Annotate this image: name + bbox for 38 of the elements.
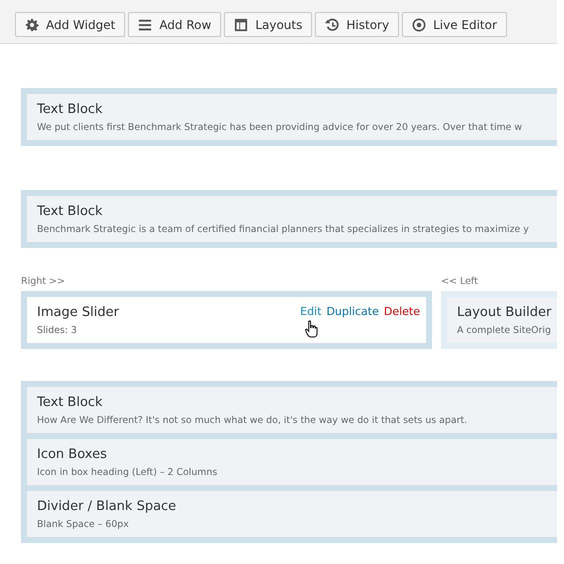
hand-cursor-icon bbox=[305, 320, 318, 339]
toolbar-button[interactable]: Live Editor bbox=[402, 12, 507, 37]
widget-title: Text Block bbox=[37, 204, 104, 219]
toolbar-button[interactable]: Layouts bbox=[224, 12, 312, 37]
widget-title: Divider / Blank Space bbox=[37, 499, 178, 514]
column-cell[interactable]: Image Slider Slides: 3 Edit Duplicate Delete bbox=[21, 291, 432, 349]
widget-description: Benchmark Strategic is a team of certified financial planners that specializes in strategies to maximize y bbox=[37, 223, 530, 236]
widget-title: Text Block bbox=[37, 102, 104, 117]
widget-description: Icon in box heading (Left) – 2 Columns bbox=[37, 466, 218, 479]
history-icon bbox=[325, 18, 340, 32]
widget-description: We put clients first Benchmark Strategic has been providing advice for over 20 years. Over that time w bbox=[37, 121, 524, 134]
widget-card[interactable]: Image Slider Slides: 3 Edit Duplicate Delete bbox=[27, 297, 426, 343]
widget-title: Icon Boxes bbox=[37, 447, 108, 462]
widget-card[interactable]: Text Block How Are We Different? It's not so much what we do, it's the way we do it that sets us apart. bbox=[27, 387, 557, 433]
gear-icon bbox=[25, 18, 39, 32]
layout-icon bbox=[234, 18, 248, 32]
widget-card[interactable]: Layout Builder A complete SiteOrig bbox=[447, 297, 557, 343]
menu-icon bbox=[138, 18, 152, 32]
widget-description: Slides: 3 bbox=[37, 324, 78, 337]
widget-title: Image Slider bbox=[37, 305, 119, 320]
widget-card[interactable]: Text Block Benchmark Strategic is a team of certified financial planners that specializes in strategies to maximize y bbox=[27, 196, 557, 242]
column-cell[interactable]: Layout Builder A complete SiteOrig bbox=[441, 291, 557, 349]
action-link[interactable]: Delete bbox=[384, 305, 420, 337]
eye-icon bbox=[412, 18, 426, 32]
widget-title: Layout Builder bbox=[457, 305, 552, 320]
widget-description: Blank Space – 60px bbox=[37, 518, 130, 531]
widget-card[interactable]: Divider / Blank Space Blank Space – 60px bbox=[27, 491, 557, 537]
widget-title: Text Block bbox=[37, 395, 104, 410]
column-label: << Left bbox=[441, 276, 479, 287]
toolbar-button[interactable]: Add Widget bbox=[15, 12, 126, 37]
widget-card[interactable]: Text Block We put clients first Benchmark Strategic has been providing advice for over 20 years. Over that time w bbox=[27, 94, 557, 140]
widget-description: How Are We Different? It's not so much what we do, it's the way we do it that sets us apart. bbox=[37, 414, 468, 427]
toolbar-button[interactable]: History bbox=[315, 12, 400, 37]
column-label: Right >> bbox=[21, 276, 66, 287]
action-link[interactable]: Duplicate bbox=[326, 305, 379, 337]
widget-description: A complete SiteOrig bbox=[457, 324, 552, 337]
toolbar-button[interactable]: Add Row bbox=[128, 12, 222, 37]
widget-card[interactable]: Icon Boxes Icon in box heading (Left) – 2 Columns bbox=[27, 439, 557, 485]
